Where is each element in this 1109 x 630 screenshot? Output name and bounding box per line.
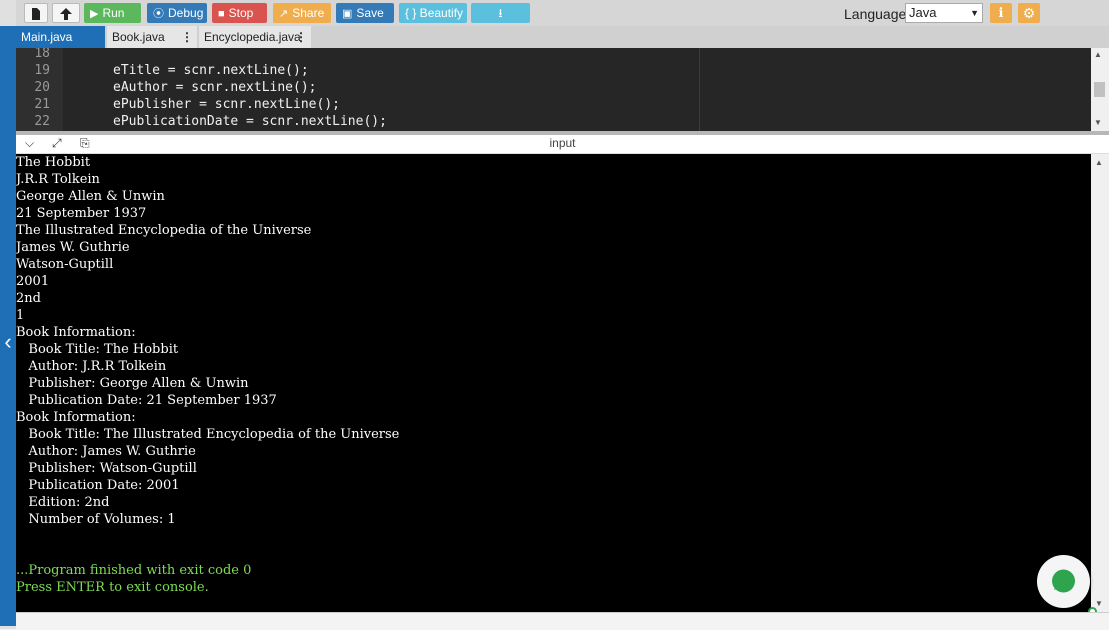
tab-menu-icon[interactable]: ⋮: [181, 26, 193, 48]
download-button[interactable]: ⭳: [471, 3, 530, 23]
line-number: 22: [34, 114, 50, 129]
console-line: Watson-Guptill: [16, 257, 114, 272]
new-file-icon: [32, 8, 40, 20]
settings-button[interactable]: ⚙: [1018, 3, 1040, 23]
console-line: Author: J.R.R Tolkein: [16, 359, 167, 374]
debug-label: Debug: [168, 6, 204, 20]
share-icon: ↗: [279, 8, 289, 20]
console-line: ...Program finished with exit code 0: [16, 563, 252, 578]
share-label: Share: [292, 6, 325, 20]
console-line: Publication Date: 2001: [16, 478, 180, 493]
console-line: 2001: [16, 274, 50, 289]
beautify-button[interactable]: { } Beautify: [399, 3, 467, 23]
chat-button[interactable]: [1037, 555, 1090, 608]
stop-label: Stop: [228, 6, 254, 20]
info-icon: ℹ: [998, 5, 1004, 20]
line-number: 21: [34, 97, 50, 112]
debug-button[interactable]: ⦿ Debug: [147, 3, 207, 23]
code-editor[interactable]: 18 19 20 21 22 eTitle = scnr.nextLine();…: [16, 48, 1091, 131]
code-line: ePublicationDate = scnr.nextLine();: [113, 114, 387, 129]
info-button[interactable]: ℹ: [990, 3, 1012, 23]
bottom-bar: [16, 612, 1109, 630]
code-line: ePublisher = scnr.nextLine();: [113, 97, 340, 112]
save-label: Save: [356, 6, 384, 20]
console-line: George Allen & Unwin: [16, 189, 165, 204]
tab-encyclopedia-java[interactable]: Encyclopedia.java ⋮: [199, 26, 311, 48]
console-line: 2nd: [16, 291, 41, 306]
chevron-left-icon[interactable]: ‹: [0, 325, 16, 359]
line-gutter: 18 19 20 21 22: [16, 48, 63, 131]
line-number: 18: [34, 48, 50, 61]
save-icon: ▣: [342, 8, 353, 20]
tab-book-java[interactable]: Book.java ⋮: [107, 26, 197, 48]
console-output[interactable]: The Hobbit J.R.R Tolkein George Allen & Un…: [16, 154, 1091, 612]
tab-label: Book.java: [112, 30, 165, 44]
download-icon: ⭳: [498, 6, 503, 20]
console-line: Book Information:: [16, 410, 136, 425]
scroll-up-icon[interactable]: ▲: [1095, 158, 1103, 167]
console-line: Publisher: George Allen & Unwin: [16, 376, 249, 391]
io-label: input: [549, 136, 576, 150]
console-line: Publication Date: 21 September 1937: [16, 393, 277, 408]
run-label: Run: [102, 6, 125, 20]
share-button[interactable]: ↗ Share: [273, 3, 331, 23]
stop-icon: ■: [218, 8, 225, 20]
editor-scroll-thumb[interactable]: [1094, 82, 1105, 97]
console-line: 1: [16, 308, 25, 323]
console-line: Number of Volumes: 1: [16, 512, 176, 527]
dropdown-caret-icon: ▼: [970, 8, 979, 18]
console-line: Edition: 2nd: [16, 495, 110, 510]
print-margin: [699, 48, 700, 131]
tab-menu-icon[interactable]: ⋮: [295, 26, 307, 48]
line-number: 19: [34, 63, 50, 78]
console-line: The Hobbit: [16, 155, 91, 170]
scroll-down-icon[interactable]: ▼: [1095, 599, 1103, 608]
code-line: eAuthor = scnr.nextLine();: [113, 80, 317, 95]
console-line: Author: James W. Guthrie: [16, 444, 196, 459]
console-line: 21 September 1937: [16, 206, 147, 221]
console-scrollbar[interactable]: [1091, 154, 1109, 612]
tab-label: Encyclopedia.java: [204, 30, 301, 44]
upload-icon: [60, 8, 72, 20]
tab-label: Main.java: [21, 30, 73, 44]
play-icon: ▶: [90, 8, 99, 20]
scroll-up-icon[interactable]: ▲: [1094, 50, 1102, 59]
console-line: Book Title: The Illustrated Encyclopedia…: [16, 427, 400, 442]
save-button[interactable]: ▣ Save: [336, 3, 394, 23]
chat-icon: [1052, 569, 1075, 593]
upload-button[interactable]: [52, 3, 80, 23]
console-line: Press ENTER to exit console.: [16, 580, 209, 595]
io-header: ⌵ ⤢ ⎘ input: [16, 135, 1109, 154]
gear-icon: ⚙: [1022, 5, 1036, 21]
console-line: Book Information:: [16, 325, 136, 340]
new-file-button[interactable]: [24, 3, 48, 23]
language-value: Java: [909, 5, 937, 20]
console-line: Book Title: The Hobbit: [16, 342, 179, 357]
console-line: J.R.R Tolkein: [16, 172, 100, 187]
line-number: 20: [34, 80, 50, 95]
console-line: James W. Guthrie: [16, 240, 130, 255]
console-line: Publisher: Watson-Guptill: [16, 461, 197, 476]
language-label: Language: [844, 6, 907, 22]
language-select[interactable]: Java ▼: [905, 3, 983, 23]
run-button[interactable]: ▶ Run: [84, 3, 141, 23]
file-tab-bar: Main.java Book.java ⋮ Encyclopedia.java ⋮: [16, 26, 1109, 48]
console-line: The Illustrated Encyclopedia of the Univ…: [16, 223, 312, 238]
debug-icon: ⦿: [153, 8, 164, 20]
scroll-down-icon[interactable]: ▼: [1094, 118, 1102, 127]
code-line: eTitle = scnr.nextLine();: [113, 63, 309, 78]
stop-button[interactable]: ■ Stop: [212, 3, 267, 23]
beautify-label: { } Beautify: [405, 6, 464, 20]
tab-main-java[interactable]: Main.java: [16, 26, 105, 48]
